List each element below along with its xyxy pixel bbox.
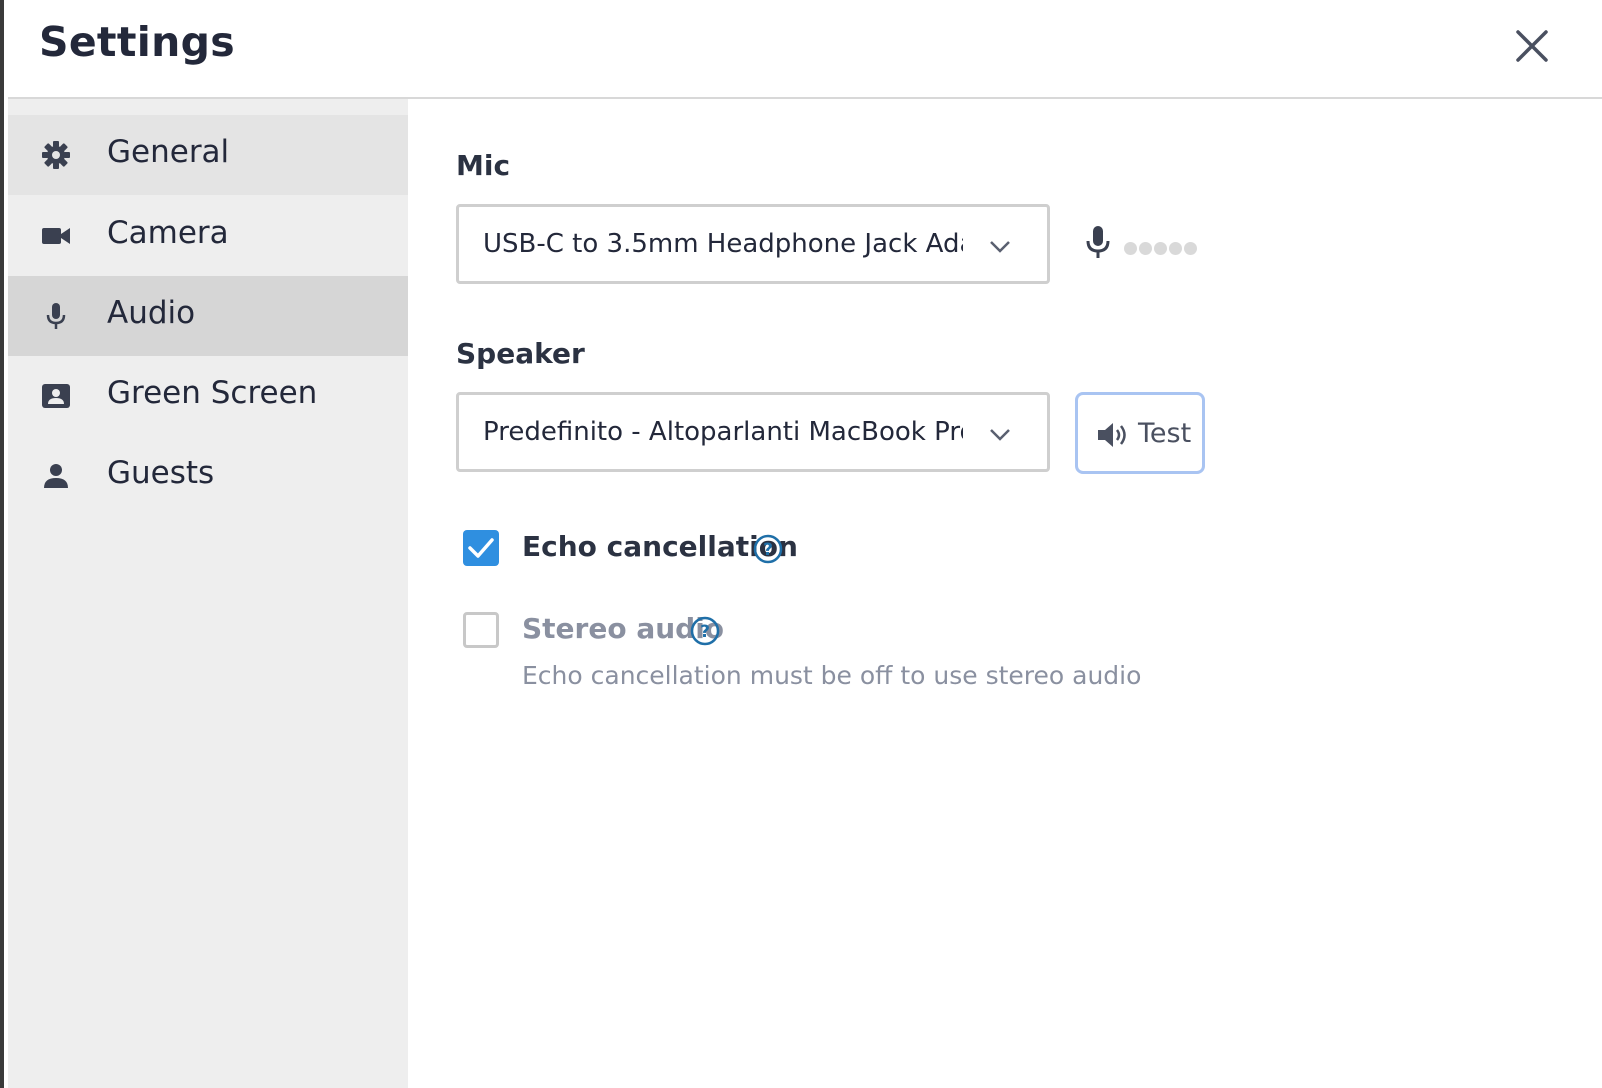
checkmark-icon xyxy=(468,538,494,558)
speaker-select[interactable]: Predefinito - Altoparlanti MacBook Pro (… xyxy=(456,392,1050,472)
speaker-label: Speaker xyxy=(456,337,585,370)
settings-sidebar: General Camera Audio Green Screen Guests xyxy=(8,99,408,1088)
sidebar-item-label: Audio xyxy=(107,295,196,331)
sidebar-item-label: Camera xyxy=(107,215,229,251)
stereo-audio-hint: Echo cancellation must be off to use ste… xyxy=(522,661,1142,690)
chevron-down-icon xyxy=(990,429,1010,441)
mic-label: Mic xyxy=(456,149,511,182)
mic-level-meter xyxy=(1124,240,1204,255)
help-circle-icon[interactable]: ? xyxy=(689,615,721,647)
level-dot xyxy=(1169,242,1182,255)
sidebar-item-label: Green Screen xyxy=(107,375,318,411)
settings-header: Settings xyxy=(8,0,1602,99)
sidebar-item-label: Guests xyxy=(107,455,215,491)
level-dot xyxy=(1184,242,1197,255)
chevron-down-icon xyxy=(990,241,1010,253)
stereo-audio-checkbox[interactable] xyxy=(463,612,499,648)
help-circle-icon[interactable]: ? xyxy=(752,533,784,565)
video-camera-icon xyxy=(42,228,70,244)
sidebar-item-label: General xyxy=(107,134,230,170)
portrait-card-icon xyxy=(42,384,70,408)
close-icon xyxy=(1516,30,1548,62)
mic-select[interactable]: USB-C to 3.5mm Headphone Jack Adapter xyxy=(456,204,1050,284)
test-speaker-button[interactable]: Test xyxy=(1075,392,1205,474)
svg-text:?: ? xyxy=(700,622,710,642)
speaker-icon xyxy=(1098,423,1126,447)
sidebar-item-general[interactable]: General xyxy=(8,115,408,195)
page-title: Settings xyxy=(39,18,235,66)
svg-text:?: ? xyxy=(763,540,773,560)
level-dot xyxy=(1139,242,1152,255)
sidebar-item-guests[interactable]: Guests xyxy=(8,436,408,516)
sidebar-item-audio[interactable]: Audio xyxy=(8,276,408,356)
mic-select-value: USB-C to 3.5mm Headphone Jack Adapter xyxy=(483,229,963,259)
echo-cancellation-checkbox[interactable] xyxy=(463,530,499,566)
sidebar-item-green-screen[interactable]: Green Screen xyxy=(8,356,408,436)
gear-icon xyxy=(42,141,70,169)
microphone-icon xyxy=(1086,226,1110,258)
audio-settings-panel: Mic USB-C to 3.5mm Headphone Jack Adapte… xyxy=(408,99,1602,1088)
test-button-label: Test xyxy=(1138,418,1192,449)
person-icon xyxy=(44,464,68,488)
microphone-icon xyxy=(46,303,66,329)
close-button[interactable] xyxy=(1510,24,1554,68)
level-dot xyxy=(1154,242,1167,255)
settings-window: Settings General Camera Audio Green Scre… xyxy=(0,0,1602,1088)
sidebar-item-camera[interactable]: Camera xyxy=(8,196,408,276)
level-dot xyxy=(1124,242,1137,255)
speaker-select-value: Predefinito - Altoparlanti MacBook Pro (… xyxy=(483,417,963,447)
